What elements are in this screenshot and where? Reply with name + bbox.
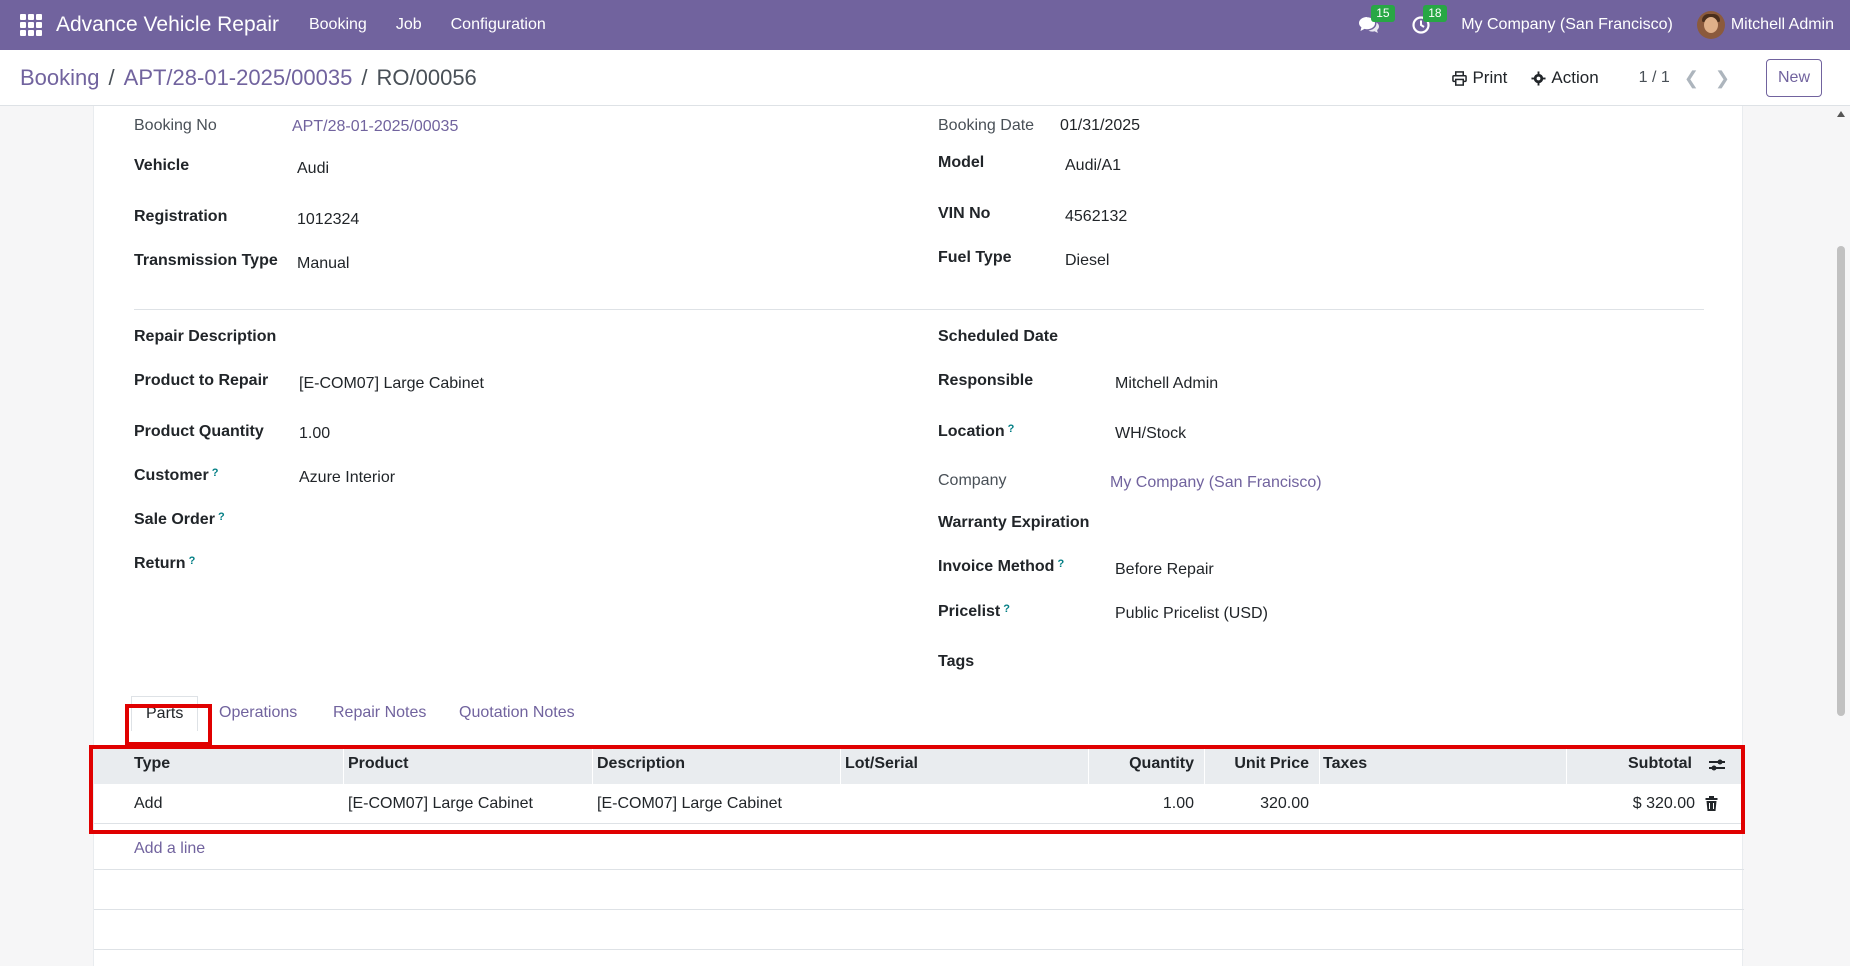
app-name[interactable]: Advance Vehicle Repair	[56, 13, 279, 37]
form-sheet: Booking No APT/28-01-2025/00035 Vehicle …	[93, 106, 1744, 966]
booking-date-value[interactable]: 01/31/2025	[1060, 117, 1140, 135]
company-switcher[interactable]: My Company (San Francisco)	[1461, 16, 1673, 34]
user-menu[interactable]: Mitchell Admin	[1731, 16, 1834, 34]
print-button[interactable]: Print	[1452, 68, 1507, 88]
location-label: Location?	[938, 423, 1015, 440]
vehicle-value[interactable]: Audi	[297, 160, 329, 178]
model-value[interactable]: Audi/A1	[1065, 157, 1121, 175]
booking-no-link[interactable]: APT/28-01-2025/00035	[292, 118, 458, 136]
tab-quotation-notes[interactable]: Quotation Notes	[459, 704, 575, 722]
pricelist-value[interactable]: Public Pricelist (USD)	[1115, 605, 1268, 623]
empty-row-divider	[94, 949, 1744, 950]
pricelist-label: Pricelist?	[938, 603, 1010, 620]
registration-value[interactable]: 1012324	[297, 211, 359, 229]
parts-tab-highlight	[125, 704, 212, 746]
help-icon[interactable]: ?	[1008, 423, 1015, 435]
company-link[interactable]: My Company (San Francisco)	[1110, 474, 1322, 492]
breadcrumb-current: RO/00056	[376, 65, 477, 90]
messages-badge: 15	[1371, 5, 1395, 22]
booking-no-label: Booking No	[134, 117, 217, 134]
tags-label: Tags	[938, 653, 975, 670]
action-label: Action	[1551, 68, 1599, 87]
booking-date-label: Booking Date	[938, 117, 1035, 134]
help-icon[interactable]: ?	[212, 467, 219, 479]
tab-repair-notes[interactable]: Repair Notes	[333, 704, 426, 722]
apps-menu-icon[interactable]	[20, 14, 42, 36]
breadcrumb-appointment[interactable]: APT/28-01-2025/00035	[124, 65, 353, 91]
sale-order-label: Sale Order?	[134, 511, 225, 528]
help-icon[interactable]: ?	[218, 511, 225, 523]
scroll-up-icon[interactable]	[1837, 111, 1845, 117]
new-button[interactable]: New	[1766, 59, 1822, 97]
parts-table-highlight	[89, 745, 1745, 834]
company-label: Company	[938, 472, 1007, 489]
activities-badge: 18	[1423, 5, 1447, 22]
help-icon[interactable]: ?	[189, 555, 196, 567]
messages-button[interactable]: 15	[1357, 5, 1395, 37]
location-value[interactable]: WH/Stock	[1115, 425, 1186, 443]
scroll-thumb[interactable]	[1837, 246, 1845, 716]
section-divider	[134, 309, 1704, 310]
transmission-label: Transmission Type	[134, 252, 278, 269]
repair-description-label: Repair Description	[134, 328, 277, 345]
print-label: Print	[1472, 68, 1508, 87]
transmission-value[interactable]: Manual	[297, 255, 349, 273]
pager-value[interactable]: 1 / 1	[1639, 69, 1670, 87]
customer-label: Customer?	[134, 467, 219, 484]
model-label: Model	[938, 154, 985, 171]
tab-operations[interactable]: Operations	[219, 704, 297, 722]
pager-previous-icon[interactable]: ❮	[1684, 68, 1699, 89]
fuel-type-label: Fuel Type	[938, 249, 1012, 266]
vin-value[interactable]: 4562132	[1065, 208, 1127, 226]
vin-label: VIN No	[938, 205, 991, 222]
menu-job[interactable]: Job	[396, 16, 422, 34]
empty-row-divider	[94, 909, 1744, 910]
vehicle-label: Vehicle	[134, 157, 190, 174]
breadcrumb-separator: /	[361, 65, 368, 90]
add-line-link[interactable]: Add a line	[134, 840, 205, 858]
warranty-expiration-label: Warranty Expiration	[938, 514, 1090, 531]
registration-label: Registration	[134, 208, 228, 225]
top-navbar: Advance Vehicle Repair Booking Job Confi…	[0, 0, 1850, 50]
scheduled-date-label: Scheduled Date	[938, 328, 1059, 345]
page-scrollbar[interactable]	[1833, 106, 1850, 966]
gear-icon	[1531, 70, 1546, 86]
help-icon[interactable]: ?	[1057, 558, 1064, 570]
activities-button[interactable]: 18	[1409, 5, 1447, 37]
menu-configuration[interactable]: Configuration	[451, 16, 546, 34]
user-avatar[interactable]	[1696, 11, 1725, 39]
invoice-method-label: Invoice Method?	[938, 558, 1065, 575]
product-to-repair-value[interactable]: [E-COM07] Large Cabinet	[299, 375, 484, 393]
breadcrumb-booking[interactable]: Booking	[20, 65, 100, 91]
breadcrumb-separator: /	[108, 65, 115, 90]
product-to-repair-label: Product to Repair	[134, 372, 269, 389]
customer-value[interactable]: Azure Interior	[299, 469, 395, 487]
invoice-method-value[interactable]: Before Repair	[1115, 561, 1214, 579]
action-button[interactable]: Action	[1531, 68, 1599, 88]
product-quantity-label: Product Quantity	[134, 423, 264, 440]
menu-booking[interactable]: Booking	[309, 16, 367, 34]
help-icon[interactable]: ?	[1003, 603, 1010, 615]
pager-next-icon[interactable]: ❯	[1715, 68, 1730, 89]
print-icon	[1452, 70, 1468, 86]
fuel-type-value[interactable]: Diesel	[1065, 252, 1109, 270]
responsible-value[interactable]: Mitchell Admin	[1115, 375, 1218, 393]
return-label: Return?	[134, 555, 196, 572]
breadcrumb: Booking / APT/28-01-2025/00035 / RO/0005…	[20, 65, 477, 91]
control-panel: Booking / APT/28-01-2025/00035 / RO/0005…	[0, 50, 1850, 106]
product-quantity-value[interactable]: 1.00	[299, 425, 330, 443]
empty-row-divider	[94, 869, 1744, 870]
responsible-label: Responsible	[938, 372, 1034, 389]
